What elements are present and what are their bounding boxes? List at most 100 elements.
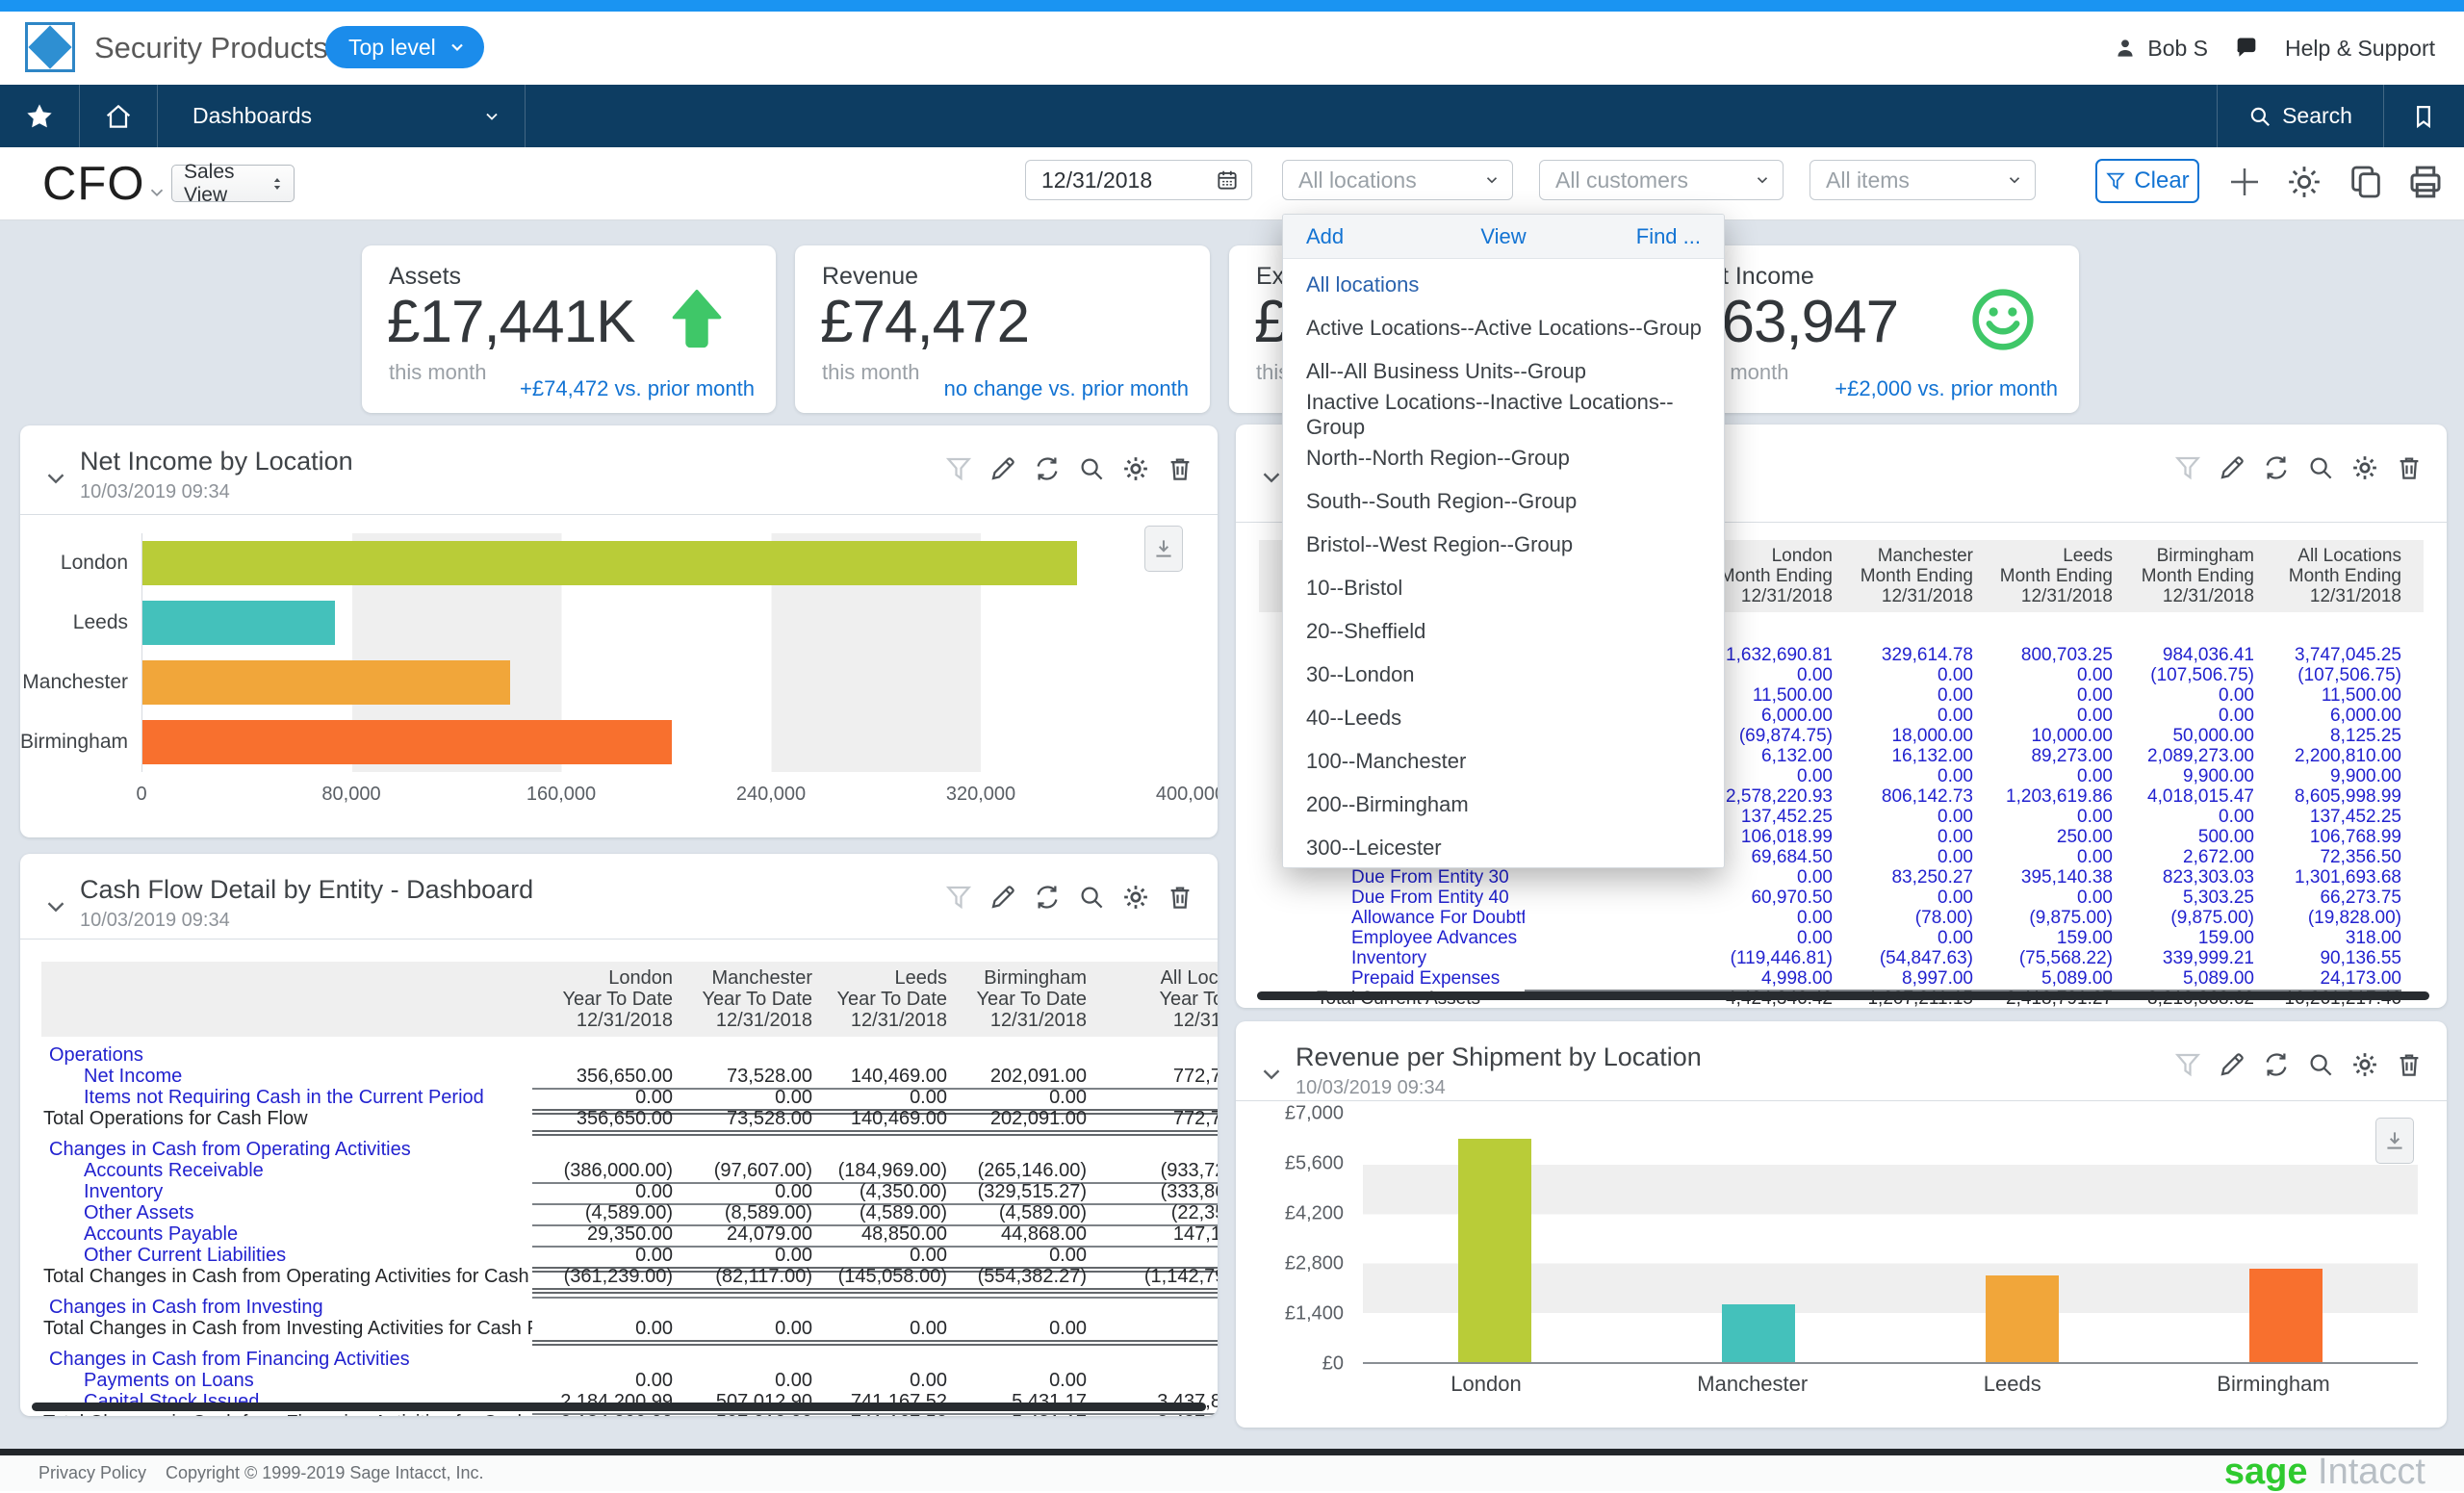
settings-icon[interactable] [1121,454,1150,483]
cell-value[interactable]: 0.00 [1973,685,2113,707]
row-label[interactable]: Changes in Cash from Investing [41,1297,532,1319]
search-button[interactable]: Search [2217,85,2383,147]
cell-value[interactable]: (119,446.81) [1525,948,1833,969]
row-label[interactable]: Allowance For Doubtful Accounts [1259,908,1525,929]
cell-value[interactable]: (9,875.00) [1973,908,2113,929]
horizontal-scrollbar[interactable] [32,1403,1206,1411]
cell-value[interactable]: 318.00 [2254,928,2401,949]
collapse-chevron-icon[interactable] [41,892,70,921]
cell-value[interactable]: (9,875.00) [2113,908,2254,929]
location-option[interactable]: All locations [1283,263,1724,306]
collapse-chevron-icon[interactable] [41,464,70,493]
bar-manchester[interactable] [142,660,510,705]
page-scrollbar[interactable] [0,1449,2464,1455]
dashboard-switcher-chevron-icon[interactable] [146,182,167,203]
cell-value[interactable]: 4,018,015.47 [2113,786,2254,808]
location-option[interactable]: 40--Leeds [1283,696,1724,739]
copy-dashboard-button[interactable] [2345,161,2387,203]
row-label[interactable]: Inventory [1259,948,1525,969]
clear-filters-button[interactable]: Clear [2095,159,2199,203]
delete-icon[interactable] [2395,453,2424,482]
cell-value[interactable]: 0.00 [1973,807,2113,828]
cell-value[interactable]: (54,847.63) [1833,948,1973,969]
collapse-chevron-icon[interactable] [1257,1060,1286,1089]
settings-icon[interactable] [2350,1050,2379,1079]
privacy-policy-link[interactable]: Privacy Policy [38,1463,146,1483]
cell-value[interactable]: 3,747,045.25 [2254,645,2401,666]
row-label[interactable]: Accounts Payable [41,1223,532,1246]
cell-value[interactable]: 0.00 [1833,807,1973,828]
cell-value[interactable]: 2,089,273.00 [2113,746,2254,767]
edit-icon[interactable] [988,883,1017,912]
location-option[interactable]: North--North Region--Group [1283,436,1724,479]
row-label[interactable]: Due From Entity 30 [1259,867,1525,888]
bar-birmingham[interactable] [142,720,672,764]
cell-value[interactable]: 500.00 [2113,827,2254,848]
cell-value[interactable]: 395,140.38 [1973,867,2113,888]
filter-icon[interactable] [944,883,973,912]
zoom-icon[interactable] [2306,453,2335,482]
delete-icon[interactable] [1166,454,1194,483]
cell-value[interactable]: 8,997.00 [1833,968,1973,990]
filter-icon[interactable] [2173,453,2202,482]
chart-download-button[interactable] [2375,1118,2414,1164]
cell-value[interactable]: 0.00 [1833,685,1973,707]
nav-menu-dashboards[interactable]: Dashboards [157,85,525,147]
item-filter-select[interactable]: All items [1810,160,2036,200]
row-label[interactable]: Changes in Cash from Operating Activitie… [41,1139,532,1161]
location-option[interactable]: Inactive Locations--Inactive Locations--… [1283,393,1724,436]
filter-icon[interactable] [944,454,973,483]
bar-london[interactable] [142,541,1077,585]
cell-value[interactable]: 0.00 [1833,766,1973,787]
favorites-button[interactable] [0,85,79,147]
row-label[interactable]: Other Assets [41,1202,532,1224]
cell-value[interactable]: 159.00 [1973,928,2113,949]
cell-value[interactable]: 2,200,810.00 [2254,746,2401,767]
row-label[interactable]: Payments on Loans [41,1370,532,1392]
cell-value[interactable]: 0.00 [1973,888,2113,909]
bar-london[interactable] [1458,1139,1531,1362]
cell-value[interactable]: 83,250.27 [1833,867,1973,888]
cell-value[interactable]: 6,000.00 [2254,706,2401,727]
cell-value[interactable]: 1,203,619.86 [1973,786,2113,808]
bar-manchester[interactable] [1722,1304,1795,1362]
bar-leeds[interactable] [1986,1275,2059,1362]
add-widget-button[interactable] [2223,161,2266,203]
find-location-link[interactable]: Find ... [1636,224,1701,249]
refresh-icon[interactable] [1033,454,1062,483]
refresh-icon[interactable] [2262,453,2291,482]
kpi-card-revenue[interactable]: Revenue £74,472 this month no change vs.… [795,245,1210,413]
cell-value[interactable]: 11,500.00 [2254,685,2401,707]
cell-value[interactable]: 0.00 [1973,706,2113,727]
horizontal-scrollbar[interactable] [1257,991,2429,1000]
cell-value[interactable]: 4,998.00 [1525,968,1833,990]
cell-value[interactable]: 1,301,693.68 [2254,867,2401,888]
cell-value[interactable]: 5,089.00 [1973,968,2113,990]
location-option[interactable]: Bristol--West Region--Group [1283,523,1724,566]
cell-value[interactable]: (78.00) [1833,908,1973,929]
row-label[interactable]: Prepaid Expenses [1259,968,1525,990]
cell-value[interactable]: 0.00 [1973,847,2113,868]
settings-icon[interactable] [1121,883,1150,912]
kpi-card-assets[interactable]: Assets £17,441K this month +£74,472 vs. … [362,245,776,413]
zoom-icon[interactable] [1077,454,1106,483]
print-button[interactable] [2404,161,2447,203]
edit-icon[interactable] [2218,1050,2246,1079]
cell-value[interactable]: 159.00 [2113,928,2254,949]
cell-value[interactable]: 0.00 [1833,928,1973,949]
cell-value[interactable]: 984,036.41 [2113,645,2254,666]
cell-value[interactable]: 0.00 [1973,766,2113,787]
cell-value[interactable]: 0.00 [1525,928,1833,949]
row-label[interactable]: Changes in Cash from Financing Activitie… [41,1349,532,1371]
customer-filter-select[interactable]: All customers [1539,160,1784,200]
cell-value[interactable]: (75,568.22) [1973,948,2113,969]
cell-value[interactable]: 9,900.00 [2254,766,2401,787]
bar-leeds[interactable] [142,601,335,645]
cell-value[interactable]: 137,452.25 [2254,807,2401,828]
cell-value[interactable]: 0.00 [1833,706,1973,727]
cell-value[interactable]: 8,125.25 [2254,726,2401,747]
cell-value[interactable]: 10,000.00 [1973,726,2113,747]
delete-icon[interactable] [2395,1050,2424,1079]
row-label[interactable]: Accounts Receivable [41,1160,532,1182]
bar-birmingham[interactable] [2249,1269,2323,1362]
